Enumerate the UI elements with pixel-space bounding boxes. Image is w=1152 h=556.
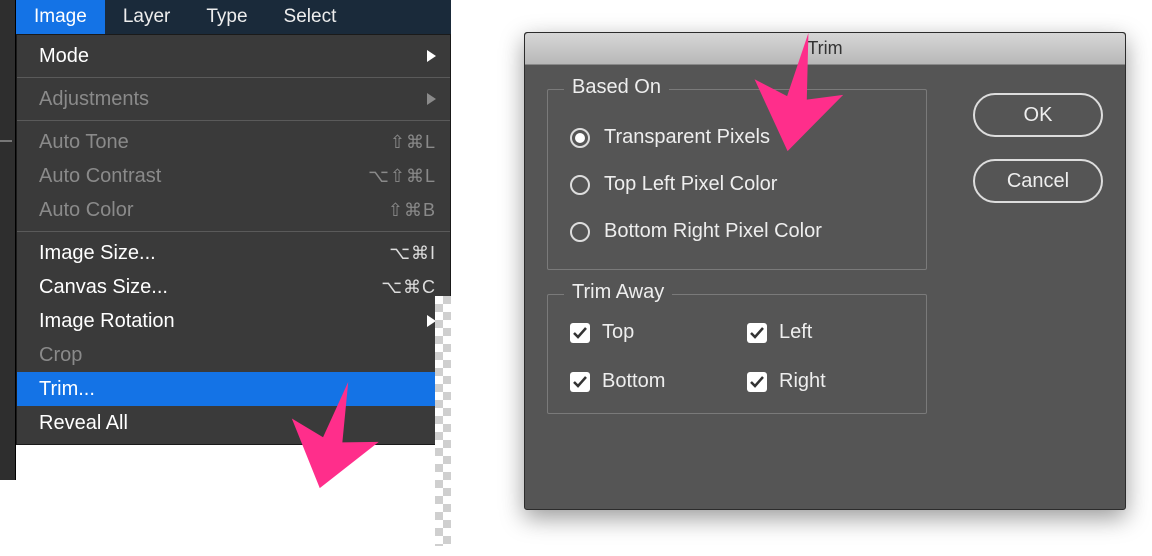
- menu-item-image-size[interactable]: Image Size... ⌥⌘I: [17, 236, 450, 270]
- menu-item-label: Canvas Size...: [39, 276, 381, 299]
- menubar-item-type[interactable]: Type: [188, 0, 265, 34]
- transparency-checker: [435, 296, 451, 546]
- based-on-group: Based On Transparent Pixels Top Left Pix…: [547, 89, 927, 270]
- menu-item-label: Image Size...: [39, 242, 389, 265]
- checkbox-icon: [570, 372, 590, 392]
- menu-item-mode[interactable]: Mode: [17, 39, 450, 73]
- menu-item-label: Adjustments: [39, 88, 427, 111]
- radio-label: Top Left Pixel Color: [604, 173, 777, 196]
- submenu-arrow-icon: [427, 93, 436, 105]
- submenu-arrow-icon: [427, 50, 436, 62]
- radio-transparent-pixels[interactable]: Transparent Pixels: [570, 126, 904, 149]
- menu-separator: [17, 231, 450, 232]
- checkbox-right[interactable]: Right: [747, 370, 904, 393]
- menu-item-crop: Crop: [17, 338, 450, 372]
- menu-item-label: Auto Tone: [39, 131, 390, 154]
- menu-item-image-rotation[interactable]: Image Rotation: [17, 304, 450, 338]
- menu-item-label: Reveal All: [39, 412, 436, 435]
- menu-item-reveal-all[interactable]: Reveal All: [17, 406, 450, 440]
- menu-item-auto-color: Auto Color ⇧⌘B: [17, 193, 450, 227]
- checkbox-left[interactable]: Left: [747, 321, 904, 344]
- cancel-button[interactable]: Cancel: [973, 159, 1103, 203]
- checkbox-bottom[interactable]: Bottom: [570, 370, 727, 393]
- menu-panel: Image Layer Type Select Mode Adjustments…: [16, 0, 451, 445]
- menubar-item-image[interactable]: Image: [16, 0, 105, 34]
- trim-away-group: Trim Away Top Left: [547, 294, 927, 414]
- menubar: Image Layer Type Select: [16, 0, 451, 34]
- menu-item-label: Auto Color: [39, 199, 388, 222]
- menubar-item-layer[interactable]: Layer: [105, 0, 189, 34]
- menu-item-label: Image Rotation: [39, 310, 427, 333]
- radio-bottom-right-pixel[interactable]: Bottom Right Pixel Color: [570, 220, 904, 243]
- menu-shortcut: ⇧⌘B: [388, 200, 436, 221]
- menu-item-label: Mode: [39, 45, 427, 68]
- checkbox-label: Top: [602, 321, 634, 344]
- trim-dialog: Trim Based On Transparent Pixels Top Lef…: [524, 32, 1126, 510]
- menu-shortcut: ⇧⌘L: [390, 132, 436, 153]
- radio-icon: [570, 222, 590, 242]
- checkbox-top[interactable]: Top: [570, 321, 727, 344]
- radio-icon: [570, 128, 590, 148]
- menu-item-label: Crop: [39, 344, 436, 367]
- menu-item-label: Auto Contrast: [39, 165, 368, 188]
- checkbox-label: Left: [779, 321, 812, 344]
- image-dropdown: Mode Adjustments Auto Tone ⇧⌘L Auto Cont…: [16, 34, 451, 445]
- menu-shortcut: ⌥⇧⌘L: [368, 166, 436, 187]
- based-on-legend: Based On: [564, 76, 669, 99]
- radio-top-left-pixel[interactable]: Top Left Pixel Color: [570, 173, 904, 196]
- checkbox-label: Right: [779, 370, 826, 393]
- menu-separator: [17, 120, 450, 121]
- menu-item-adjustments: Adjustments: [17, 82, 450, 116]
- menubar-item-select[interactable]: Select: [266, 0, 355, 34]
- app-left-edge: [0, 0, 16, 480]
- menu-item-auto-tone: Auto Tone ⇧⌘L: [17, 125, 450, 159]
- menu-shortcut: ⌥⌘I: [389, 243, 436, 264]
- menu-separator: [17, 77, 450, 78]
- radio-label: Transparent Pixels: [604, 126, 770, 149]
- checkbox-icon: [747, 372, 767, 392]
- ok-button[interactable]: OK: [973, 93, 1103, 137]
- checkbox-label: Bottom: [602, 370, 665, 393]
- trim-away-legend: Trim Away: [564, 281, 672, 304]
- dialog-buttons: OK Cancel: [973, 93, 1103, 203]
- menu-item-canvas-size[interactable]: Canvas Size... ⌥⌘C: [17, 270, 450, 304]
- menu-shortcut: ⌥⌘C: [381, 277, 436, 298]
- checkbox-icon: [747, 323, 767, 343]
- menu-item-label: Trim...: [39, 378, 436, 401]
- radio-icon: [570, 175, 590, 195]
- menu-item-trim[interactable]: Trim...: [17, 372, 450, 406]
- dialog-title: Trim: [525, 33, 1125, 65]
- checkbox-icon: [570, 323, 590, 343]
- menu-item-auto-contrast: Auto Contrast ⌥⇧⌘L: [17, 159, 450, 193]
- radio-label: Bottom Right Pixel Color: [604, 220, 822, 243]
